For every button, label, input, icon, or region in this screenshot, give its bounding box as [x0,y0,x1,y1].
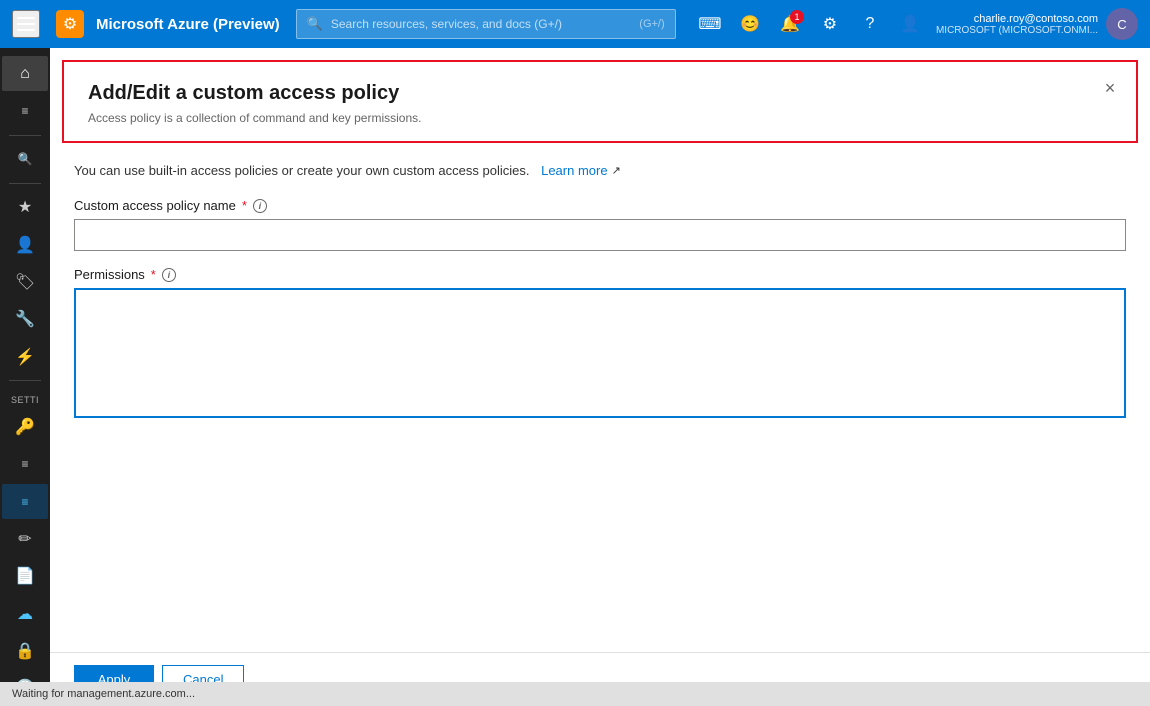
favorites-icon: ★ [18,197,32,217]
users-icon: 👤 [15,235,35,255]
info-description: You can use built-in access policies or … [74,163,529,178]
key-icon: 🔑 [15,417,35,437]
search-icon: 🔍 [307,16,323,32]
right-area: Add/Edit a custom access policy Access p… [50,48,1150,706]
topbar-actions: ⌨ 😊 🔔 1 ⚙ ? 👤 charlie.roy@contoso.com MI… [692,6,1138,42]
settings-section-label: Setti [0,395,50,405]
sidebar-item-search[interactable]: 🔍 [2,142,48,177]
permissions-info-icon[interactable]: i [162,268,176,282]
statusbar: Waiting for management.azure.com... [0,682,1150,706]
hamburger-button[interactable] [12,10,40,38]
directory-button[interactable]: 👤 [892,6,928,42]
sidebar-item-config[interactable]: 📄 [2,559,48,594]
user-section[interactable]: charlie.roy@contoso.com MICROSOFT (MICRO… [936,8,1138,40]
sidebar-item-tags[interactable]: 🏷 [2,264,48,299]
sidebar-item-users[interactable]: 👤 [2,227,48,262]
cloud-shell-icon: ⌨ [698,14,721,34]
sidebar-item-locks[interactable]: 🔒 [2,633,48,668]
panel-container: Add/Edit a custom access policy Access p… [50,48,1150,706]
sidebar-item-custom-policies[interactable]: ≡ [2,484,48,519]
statusbar-text: Waiting for management.azure.com... [12,688,195,700]
sidebar: ⌂ ≡ 🔍 ★ 👤 🏷 🔧 ⚡ Setti 🔑 ≡ [0,48,50,706]
sidebar-item-keyvault[interactable]: 🔧 [2,302,48,337]
sidebar-divider-3 [9,380,41,381]
policy-name-field: Custom access policy name * i [74,198,1126,251]
external-link-icon: ↗ [612,164,621,177]
panel-close-button[interactable]: × [1096,74,1124,102]
main-layout: ⌂ ≡ 🔍 ★ 👤 🏷 🔧 ⚡ Setti 🔑 ≡ [0,48,1150,706]
panel-header: Add/Edit a custom access policy Access p… [62,60,1138,143]
sidebar-item-favorites[interactable]: ★ [2,190,48,225]
edit-icon: ✏ [18,529,31,549]
feedback-icon: 😊 [740,14,760,34]
cloud-shell-button[interactable]: ⌨ [692,6,728,42]
info-text-paragraph: You can use built-in access policies or … [74,163,1126,178]
directory-icon: 👤 [900,14,920,34]
required-star-permissions: * [151,267,156,282]
home-icon: ⌂ [20,65,30,83]
panel-subtitle: Access policy is a collection of command… [88,111,1112,125]
notification-badge: 1 [790,10,804,24]
lock-icon: 🔒 [15,641,35,661]
policy-name-input[interactable] [74,219,1126,251]
settings-button[interactable]: ⚙ [812,6,848,42]
required-star-name: * [242,198,247,213]
user-email: charlie.roy@contoso.com [936,13,1098,25]
sidebar-item-edit[interactable]: ✏ [2,521,48,556]
tags-icon: 🏷 [15,272,35,292]
sidebar-item-alerts[interactable]: ⚡ [2,339,48,374]
notifications-button[interactable]: 🔔 1 [772,6,808,42]
search-shortcut: (G+/) [639,18,664,30]
sidebar-item-assignments[interactable]: ≡ [2,447,48,482]
keyvault-icon: 🔧 [15,309,35,329]
sidebar-item-dashboard[interactable]: ≡ [2,93,48,128]
policy-name-info-icon[interactable]: i [253,199,267,213]
sidebar-item-home[interactable]: ⌂ [2,56,48,91]
dashboard-icon: ≡ [21,104,28,118]
panel-title: Add/Edit a custom access policy [88,82,1112,105]
user-info: charlie.roy@contoso.com MICROSOFT (MICRO… [936,13,1098,36]
sidebar-divider-1 [9,135,41,136]
permissions-label: Permissions * i [74,267,1126,282]
topbar: ⚙ Microsoft Azure (Preview) 🔍 (G+/) ⌨ 😊 … [0,0,1150,48]
sidebar-item-access-keys[interactable]: 🔑 [2,409,48,444]
learn-more-link[interactable]: Learn more [541,163,607,178]
permissions-textarea[interactable] [74,288,1126,418]
permissions-field: Permissions * i [74,267,1126,421]
help-button[interactable]: ? [852,6,888,42]
user-avatar: C [1106,8,1138,40]
search-input[interactable] [331,17,631,31]
policy-name-label: Custom access policy name * i [74,198,1126,213]
user-tenant: MICROSOFT (MICROSOFT.ONMI... [936,25,1098,36]
settings-gear-icon: ⚙ [823,14,837,34]
search-bar[interactable]: 🔍 (G+/) [296,9,676,39]
feedback-button[interactable]: 😊 [732,6,768,42]
azure-logo-icon: ⚙ [56,10,84,38]
assignments-icon: ≡ [21,457,28,471]
sidebar-item-deploy[interactable]: ☁ [2,596,48,631]
alerts-icon: ⚡ [15,347,35,367]
panel-body: You can use built-in access policies or … [50,143,1150,652]
search-nav-icon: 🔍 [18,152,33,166]
sidebar-divider-2 [9,183,41,184]
help-icon: ? [866,15,875,33]
custom-policies-icon: ≡ [21,495,28,509]
app-title: Microsoft Azure (Preview) [96,16,280,33]
cloud-icon: ☁ [17,604,33,624]
config-icon: 📄 [15,566,35,586]
